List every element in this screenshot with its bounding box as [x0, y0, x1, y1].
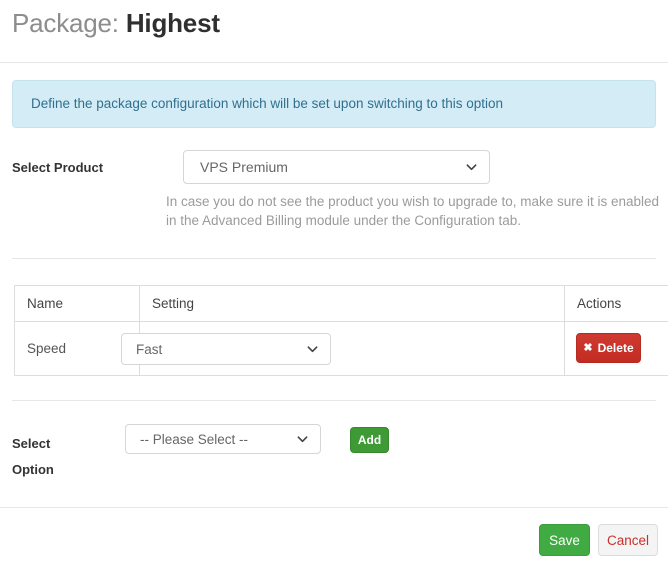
row-setting-value: Fast — [136, 341, 163, 357]
table-header-setting: Setting — [139, 285, 565, 322]
table-header-name: Name — [14, 285, 140, 322]
page-title-prefix: Package: — [12, 8, 119, 38]
divider-below-title — [0, 62, 668, 63]
times-icon: ✖ — [583, 341, 593, 354]
table-row: Speed ✖ Delete — [14, 321, 668, 376]
settings-table: Name Setting Actions Speed ✖ Delete — [14, 285, 668, 376]
page-title-value: Highest — [125, 8, 220, 38]
info-alert-message: Define the package configuration which w… — [31, 96, 504, 111]
divider-above-footer — [0, 507, 668, 508]
select-option-label: Select Option — [12, 431, 107, 483]
table-header-actions: Actions — [564, 285, 668, 322]
chevron-down-icon — [297, 434, 308, 445]
delete-button-label: Delete — [597, 341, 634, 355]
add-button[interactable]: Add — [350, 427, 389, 453]
delete-button[interactable]: ✖ Delete — [576, 333, 641, 363]
info-alert: Define the package configuration which w… — [12, 80, 656, 128]
divider-below-product — [12, 258, 656, 259]
save-button[interactable]: Save — [539, 524, 590, 556]
select-option-dropdown[interactable]: -- Please Select -- — [125, 424, 321, 454]
select-option-label-line1: Select — [12, 436, 51, 451]
chevron-down-icon — [466, 162, 477, 173]
select-product-dropdown[interactable]: VPS Premium — [183, 150, 490, 184]
select-option-label-line2: Option — [12, 462, 54, 477]
divider-below-table — [12, 400, 656, 401]
row-actions-cell: ✖ Delete — [564, 321, 668, 376]
cancel-button[interactable]: Cancel — [598, 524, 658, 556]
row-setting-dropdown[interactable]: Fast — [121, 333, 331, 365]
select-product-help-text: In case you do not see the product you w… — [166, 194, 660, 228]
table-header-row: Name Setting Actions — [14, 285, 668, 322]
chevron-down-icon — [307, 344, 318, 355]
page-title: Package: Highest — [12, 8, 220, 39]
select-product-label: Select Product — [12, 160, 104, 175]
select-product-value: VPS Premium — [200, 159, 288, 175]
select-option-value: -- Please Select -- — [140, 431, 249, 447]
